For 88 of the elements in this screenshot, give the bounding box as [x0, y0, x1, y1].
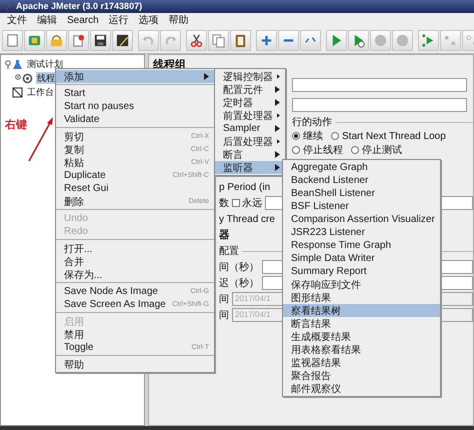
menu-item[interactable]: Start no pauses — [56, 100, 214, 113]
menu-item[interactable]: 打开... — [56, 242, 214, 255]
menu-bar-item[interactable]: 文件 — [2, 13, 32, 28]
section-label: 器 — [219, 228, 230, 242]
field-label: p Period (in — [219, 182, 270, 192]
ring-icon — [22, 72, 33, 84]
bag-icon — [49, 33, 64, 48]
radio-button[interactable]: 停止线程 — [292, 143, 343, 157]
expand-handle-icon[interactable] — [5, 59, 11, 69]
play-dots-icon — [421, 33, 436, 48]
input-field[interactable] — [292, 78, 467, 92]
menu-item[interactable]: 保存为... — [56, 268, 214, 281]
feather-icon — [4, 2, 12, 12]
arrow-icon — [28, 116, 54, 162]
menu-item[interactable]: Response Time Graph — [283, 239, 440, 252]
group-label: 配置 — [219, 244, 239, 258]
menu-item[interactable]: 添加 — [56, 70, 214, 83]
menu-item[interactable]: Backend Listener — [283, 174, 440, 187]
input-field[interactable] — [292, 98, 467, 112]
circle-icon — [395, 33, 410, 48]
field-label: 迟（秒） — [219, 276, 259, 290]
menu-item[interactable]: 前置处理器 — [215, 109, 285, 122]
book-icon — [27, 33, 42, 48]
menu-bar-item[interactable]: 运行 — [104, 13, 134, 28]
crossed-box-icon — [12, 86, 23, 98]
menu-item[interactable]: 断言 — [215, 148, 285, 161]
circle-icon — [373, 33, 388, 48]
menu-item[interactable]: 用表格察看结果 — [283, 343, 440, 356]
menu-item[interactable]: 帮助 — [56, 358, 214, 371]
menu-item[interactable]: JSR223 Listener — [283, 226, 440, 239]
field-label: y Thread cre — [219, 214, 275, 224]
menu-item[interactable]: 监听器 — [215, 161, 285, 174]
menu-item[interactable]: Start — [56, 87, 214, 100]
checkbox[interactable]: 永远 — [232, 196, 262, 210]
menu-item[interactable]: 断言结果 — [283, 317, 440, 330]
menu-item[interactable]: Sampler — [215, 122, 285, 135]
flask-icon — [12, 58, 23, 70]
menu-item[interactable]: 察看结果树 — [283, 304, 440, 317]
menu-item[interactable]: 定时器 — [215, 96, 285, 109]
menu-bar-item[interactable]: 帮助 — [164, 13, 194, 28]
window-title: Apache JMeter (3.0 r1743807) — [16, 0, 142, 13]
field-label: 间 — [219, 309, 229, 322]
menu-item[interactable]: 逻辑控制器 — [215, 70, 285, 83]
menu-item[interactable]: 配置元件 — [215, 83, 285, 96]
menu-item[interactable]: 图形结果 — [283, 291, 440, 304]
dots-icon — [443, 33, 458, 48]
tree-item[interactable]: 工作台 — [26, 86, 55, 98]
group-label: 行的动作 — [292, 116, 332, 129]
field-label: 间 — [219, 293, 229, 306]
menu-item[interactable]: 邮件观察仪 — [283, 382, 440, 395]
field-label: 间（秒） — [219, 260, 259, 274]
toolbar-button[interactable] — [112, 30, 133, 51]
tree-item[interactable]: 测试计划 — [26, 58, 64, 70]
menu-item[interactable]: 监视器结果 — [283, 356, 440, 369]
toolbar-button[interactable] — [230, 30, 251, 51]
menu-item[interactable]: Reset Gui — [56, 182, 214, 195]
menu-bar-item[interactable]: 选项 — [134, 13, 164, 28]
field-label: 数 — [219, 197, 229, 210]
menu-bar-item[interactable]: 编辑 — [32, 13, 62, 28]
caret-icon — [204, 73, 209, 80]
menu-item[interactable]: Comparison Assertion Visualizer — [283, 213, 440, 226]
radio-button[interactable]: 停止测试 — [351, 143, 402, 157]
tree-item[interactable]: 线程 — [36, 72, 56, 84]
menu-item[interactable]: 保存响应到文件 — [283, 278, 440, 291]
page-icon — [5, 33, 20, 48]
radio-button[interactable]: Start Next Thread Loop — [331, 129, 446, 143]
plus-icon — [259, 33, 274, 48]
menu-item[interactable]: 后置处理器 — [215, 135, 285, 148]
menu-item[interactable]: Summary Report — [283, 265, 440, 278]
floppy-pencil-icon — [115, 33, 130, 48]
menu-bar-item[interactable]: Search — [62, 13, 104, 28]
floppy-icon — [93, 33, 108, 48]
clipboard-icon — [233, 33, 248, 48]
menu-item[interactable]: Simple Data Writer — [283, 252, 440, 265]
annotation-label: 右键 — [5, 118, 27, 132]
menu-item[interactable]: 禁用 — [56, 328, 214, 341]
menu-item[interactable]: BeanShell Listener — [283, 187, 440, 200]
menu-item[interactable]: Validate — [56, 113, 214, 126]
toolbar-button[interactable] — [90, 30, 111, 51]
menu-item[interactable]: 生成概要结果 — [283, 330, 440, 343]
menu-item[interactable]: BSF Listener — [283, 200, 440, 213]
scissors-icon — [189, 33, 204, 48]
menu-item[interactable]: Aggregate Graph — [283, 161, 440, 174]
menu-item[interactable]: 聚合报告 — [283, 369, 440, 382]
radio-button[interactable]: 继续 — [292, 129, 323, 143]
menu-item[interactable]: 合并 — [56, 255, 214, 268]
toolbar-button[interactable] — [186, 30, 207, 51]
copy-icon — [211, 33, 226, 48]
